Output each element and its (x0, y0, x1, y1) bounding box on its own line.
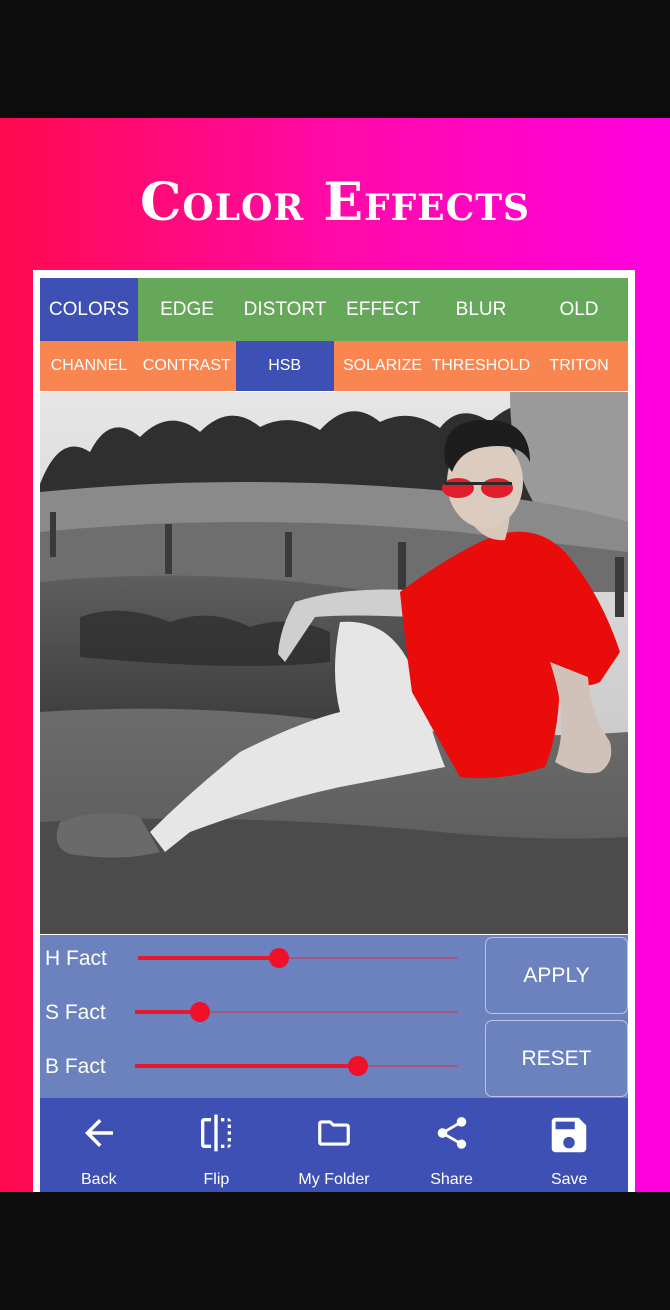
photo-canvas[interactable] (40, 392, 628, 934)
tab-channel[interactable]: CHANNEL (40, 341, 138, 391)
my-folder-button[interactable]: My Folder (275, 1098, 393, 1192)
share-button[interactable]: Share (393, 1098, 511, 1192)
tab-effect[interactable]: EFFECT (334, 278, 432, 341)
folder-icon (275, 1112, 393, 1154)
b-fact-slider-thumb[interactable] (347, 1056, 368, 1076)
tab-colors[interactable]: COLORS (40, 278, 138, 341)
tab-solarize[interactable]: SOLARIZE (334, 341, 432, 391)
b-fact-slider[interactable] (135, 1056, 458, 1076)
save-button[interactable]: Save (510, 1098, 628, 1192)
effect-category-tabs: COLORS EDGE DISTORT EFFECT BLUR OLD (40, 278, 628, 341)
b-fact-label: B Fact (45, 1055, 106, 1078)
h-fact-slider-thumb[interactable] (268, 948, 289, 968)
save-label: Save (550, 1171, 588, 1188)
b-fact-slider-fill (135, 1064, 358, 1068)
tab-old[interactable]: OLD (530, 278, 628, 341)
tab-triton[interactable]: TRITON (530, 341, 628, 391)
h-fact-slider[interactable] (138, 948, 458, 968)
share-icon (393, 1112, 511, 1154)
tab-hsb[interactable]: HSB (235, 341, 334, 391)
page-title: Color Effects (139, 172, 531, 233)
hsb-controls: H Fact S Fact B Fact APPLY RESET (40, 935, 628, 1098)
share-label: Share (430, 1171, 473, 1188)
flip-icon (158, 1112, 276, 1154)
color-filter-tabs: CHANNEL CONTRAST HSB SOLARIZE THRESHOLD … (40, 341, 628, 391)
tab-blur[interactable]: BLUR (432, 278, 530, 341)
flip-label: Flip (203, 1171, 230, 1188)
back-label: Back (81, 1171, 117, 1188)
s-fact-slider[interactable] (135, 1002, 458, 1022)
flip-button[interactable]: Flip (158, 1098, 276, 1192)
system-navigation-bar (0, 1192, 670, 1310)
reset-button[interactable]: RESET (485, 1020, 628, 1097)
tab-distort[interactable]: DISTORT (236, 278, 334, 341)
h-fact-label: H Fact (45, 947, 107, 970)
arrow-back-icon (40, 1112, 158, 1154)
tab-contrast[interactable]: CONTRAST (138, 341, 236, 391)
apply-button[interactable]: APPLY (485, 937, 628, 1014)
tab-edge[interactable]: EDGE (138, 278, 236, 341)
s-fact-label: S Fact (45, 1001, 106, 1024)
save-icon (510, 1112, 628, 1154)
my-folder-label: My Folder (298, 1171, 370, 1188)
bottom-toolbar: Back Flip My Folder Share Save (40, 1098, 628, 1192)
status-bar (0, 0, 670, 118)
back-button[interactable]: Back (40, 1098, 158, 1192)
s-fact-slider-thumb[interactable] (189, 1002, 210, 1022)
h-fact-slider-fill (138, 956, 279, 960)
tab-threshold[interactable]: THRESHOLD (431, 341, 530, 391)
